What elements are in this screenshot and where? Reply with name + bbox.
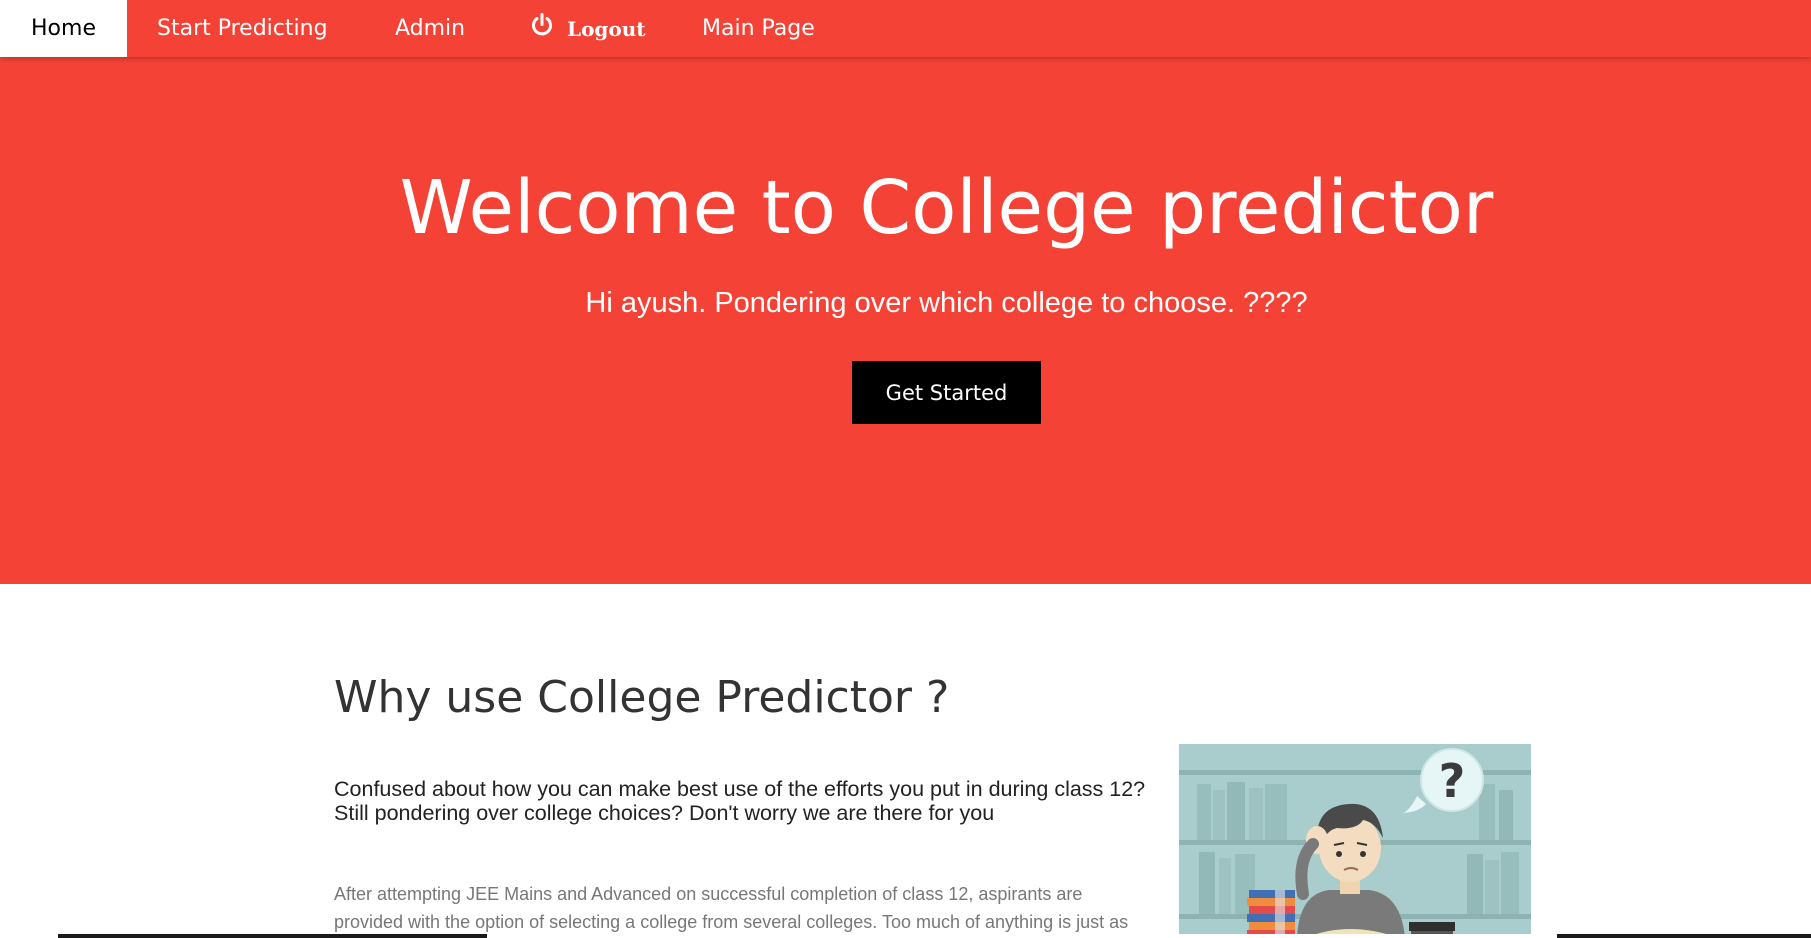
question-mark: ? bbox=[1439, 754, 1466, 808]
section-lead-text: Confused about how you can make best use… bbox=[334, 777, 1146, 825]
get-started-button[interactable]: Get Started bbox=[852, 361, 1041, 424]
power-icon bbox=[529, 12, 555, 38]
scrollbar-thumb[interactable] bbox=[487, 934, 1557, 938]
nav-start-predicting[interactable]: Start Predicting bbox=[157, 0, 328, 57]
nav-main-page[interactable]: Main Page bbox=[702, 0, 815, 57]
section-title: Why use College Predictor ? bbox=[334, 672, 950, 723]
nav-logout[interactable]: Logout bbox=[529, 0, 646, 57]
top-navbar: Home Start Predicting Admin Logout Main … bbox=[0, 0, 1811, 57]
section-body-text: After attempting JEE Mains and Advanced … bbox=[334, 884, 1129, 932]
nav-home[interactable]: Home bbox=[0, 0, 127, 57]
nav-logout-label: Logout bbox=[567, 16, 646, 41]
hero-title: Welcome to College predictor bbox=[399, 165, 1494, 251]
hero-subtitle: Hi ayush. Pondering over which college t… bbox=[585, 287, 1308, 319]
hero-section: Welcome to College predictor Hi ayush. P… bbox=[0, 0, 1811, 584]
nav-admin[interactable]: Admin bbox=[395, 0, 465, 57]
confused-student-illustration: ? bbox=[1179, 744, 1531, 938]
